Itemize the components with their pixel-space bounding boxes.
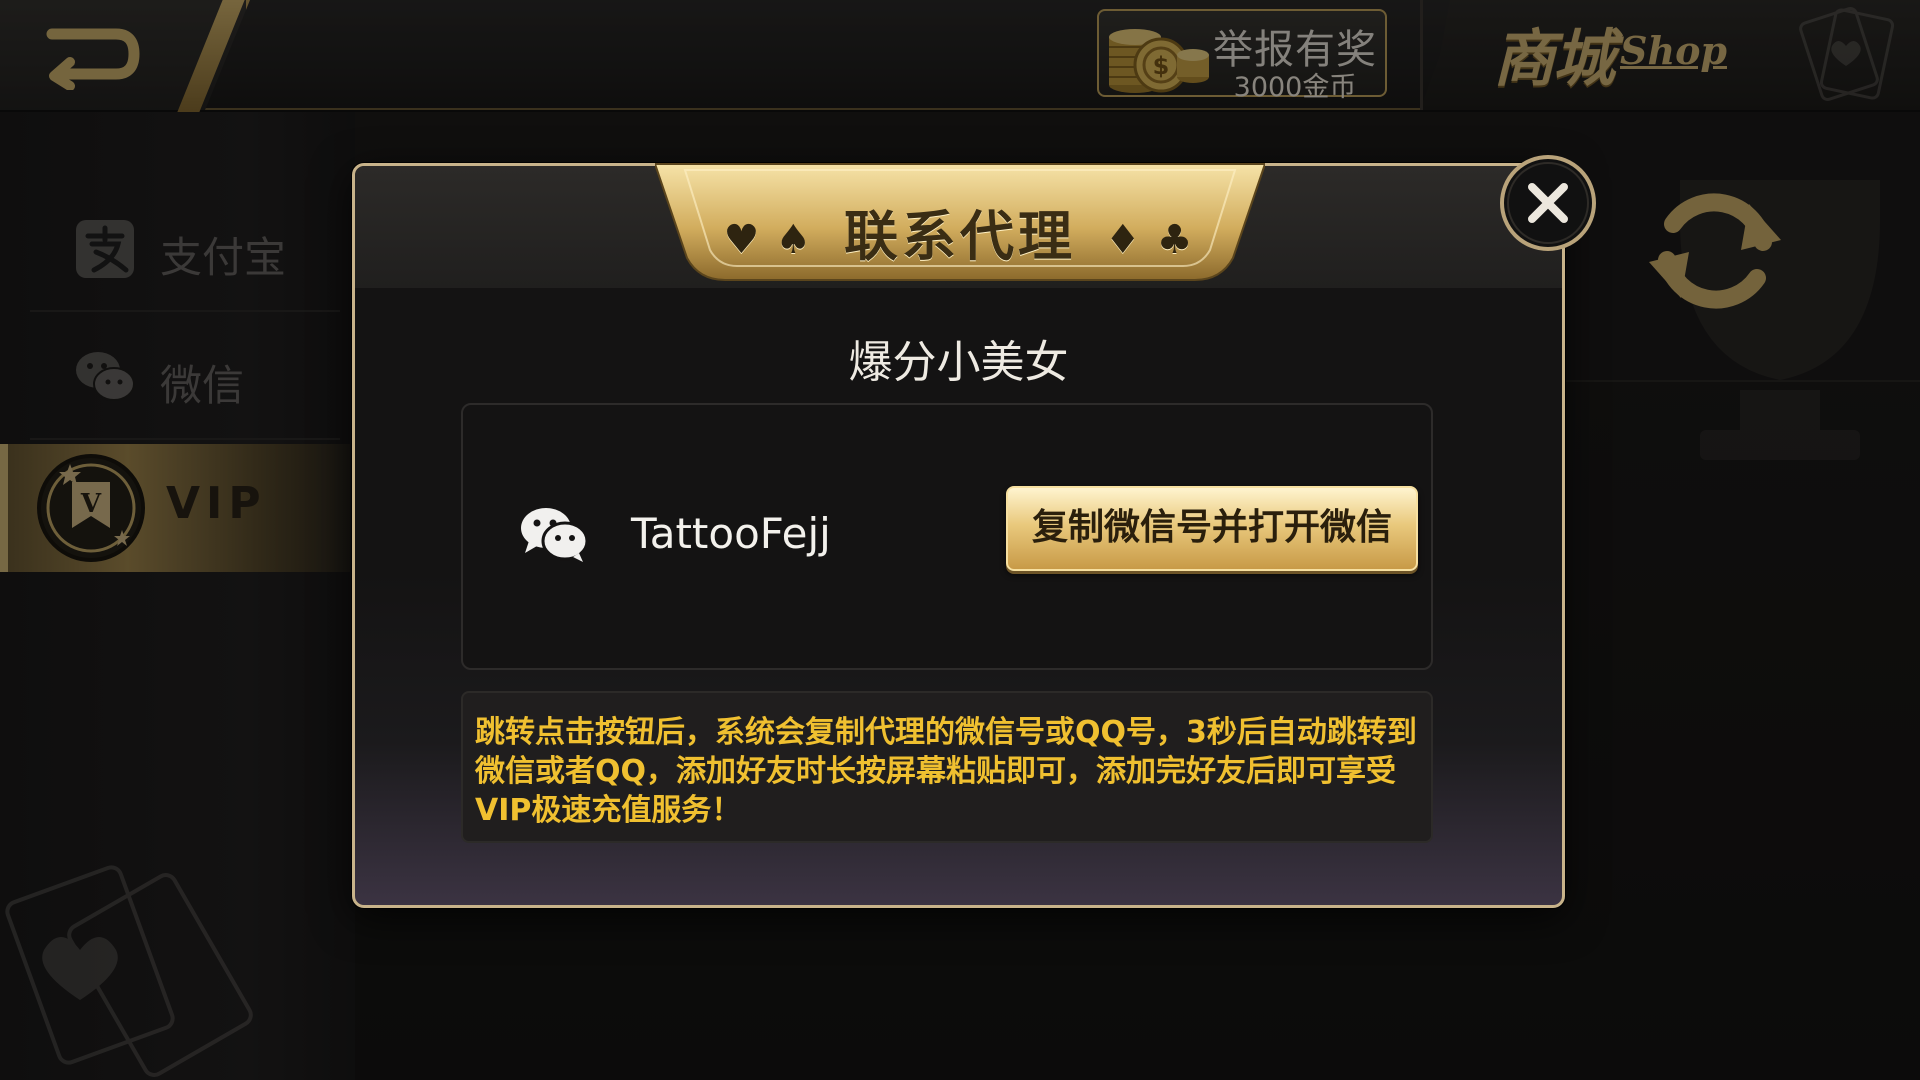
copy-wechat-button[interactable]: 复制微信号并打开微信 xyxy=(1006,486,1418,571)
modal-title: ♥ ♠ 联系代理 ♦ ♣ xyxy=(655,192,1265,271)
contact-agent-modal: ♥ ♠ 联系代理 ♦ ♣ 爆分小美女 TattooFejj 复制微信号并打开微信 跳… xyxy=(352,155,1596,908)
heart-suit-icon: ♥ xyxy=(723,217,764,264)
wechat-id: TattooFejj xyxy=(631,509,831,558)
agent-name: 爆分小美女 xyxy=(848,337,1069,388)
club-suit-icon: ♣ xyxy=(1156,217,1197,264)
contact-card: TattooFejj 复制微信号并打开微信 xyxy=(461,403,1433,670)
wechat-icon xyxy=(521,508,589,562)
diamond-suit-icon: ♦ xyxy=(1104,217,1145,264)
modal-title-text: 联系代理 xyxy=(844,205,1076,268)
spade-suit-icon: ♠ xyxy=(775,217,816,264)
notice-text: 跳转点击按钮后，系统会复制代理的微信号或QQ号，3秒后自动跳转到微信或者QQ，添… xyxy=(461,691,1433,843)
close-button[interactable] xyxy=(1498,153,1598,253)
